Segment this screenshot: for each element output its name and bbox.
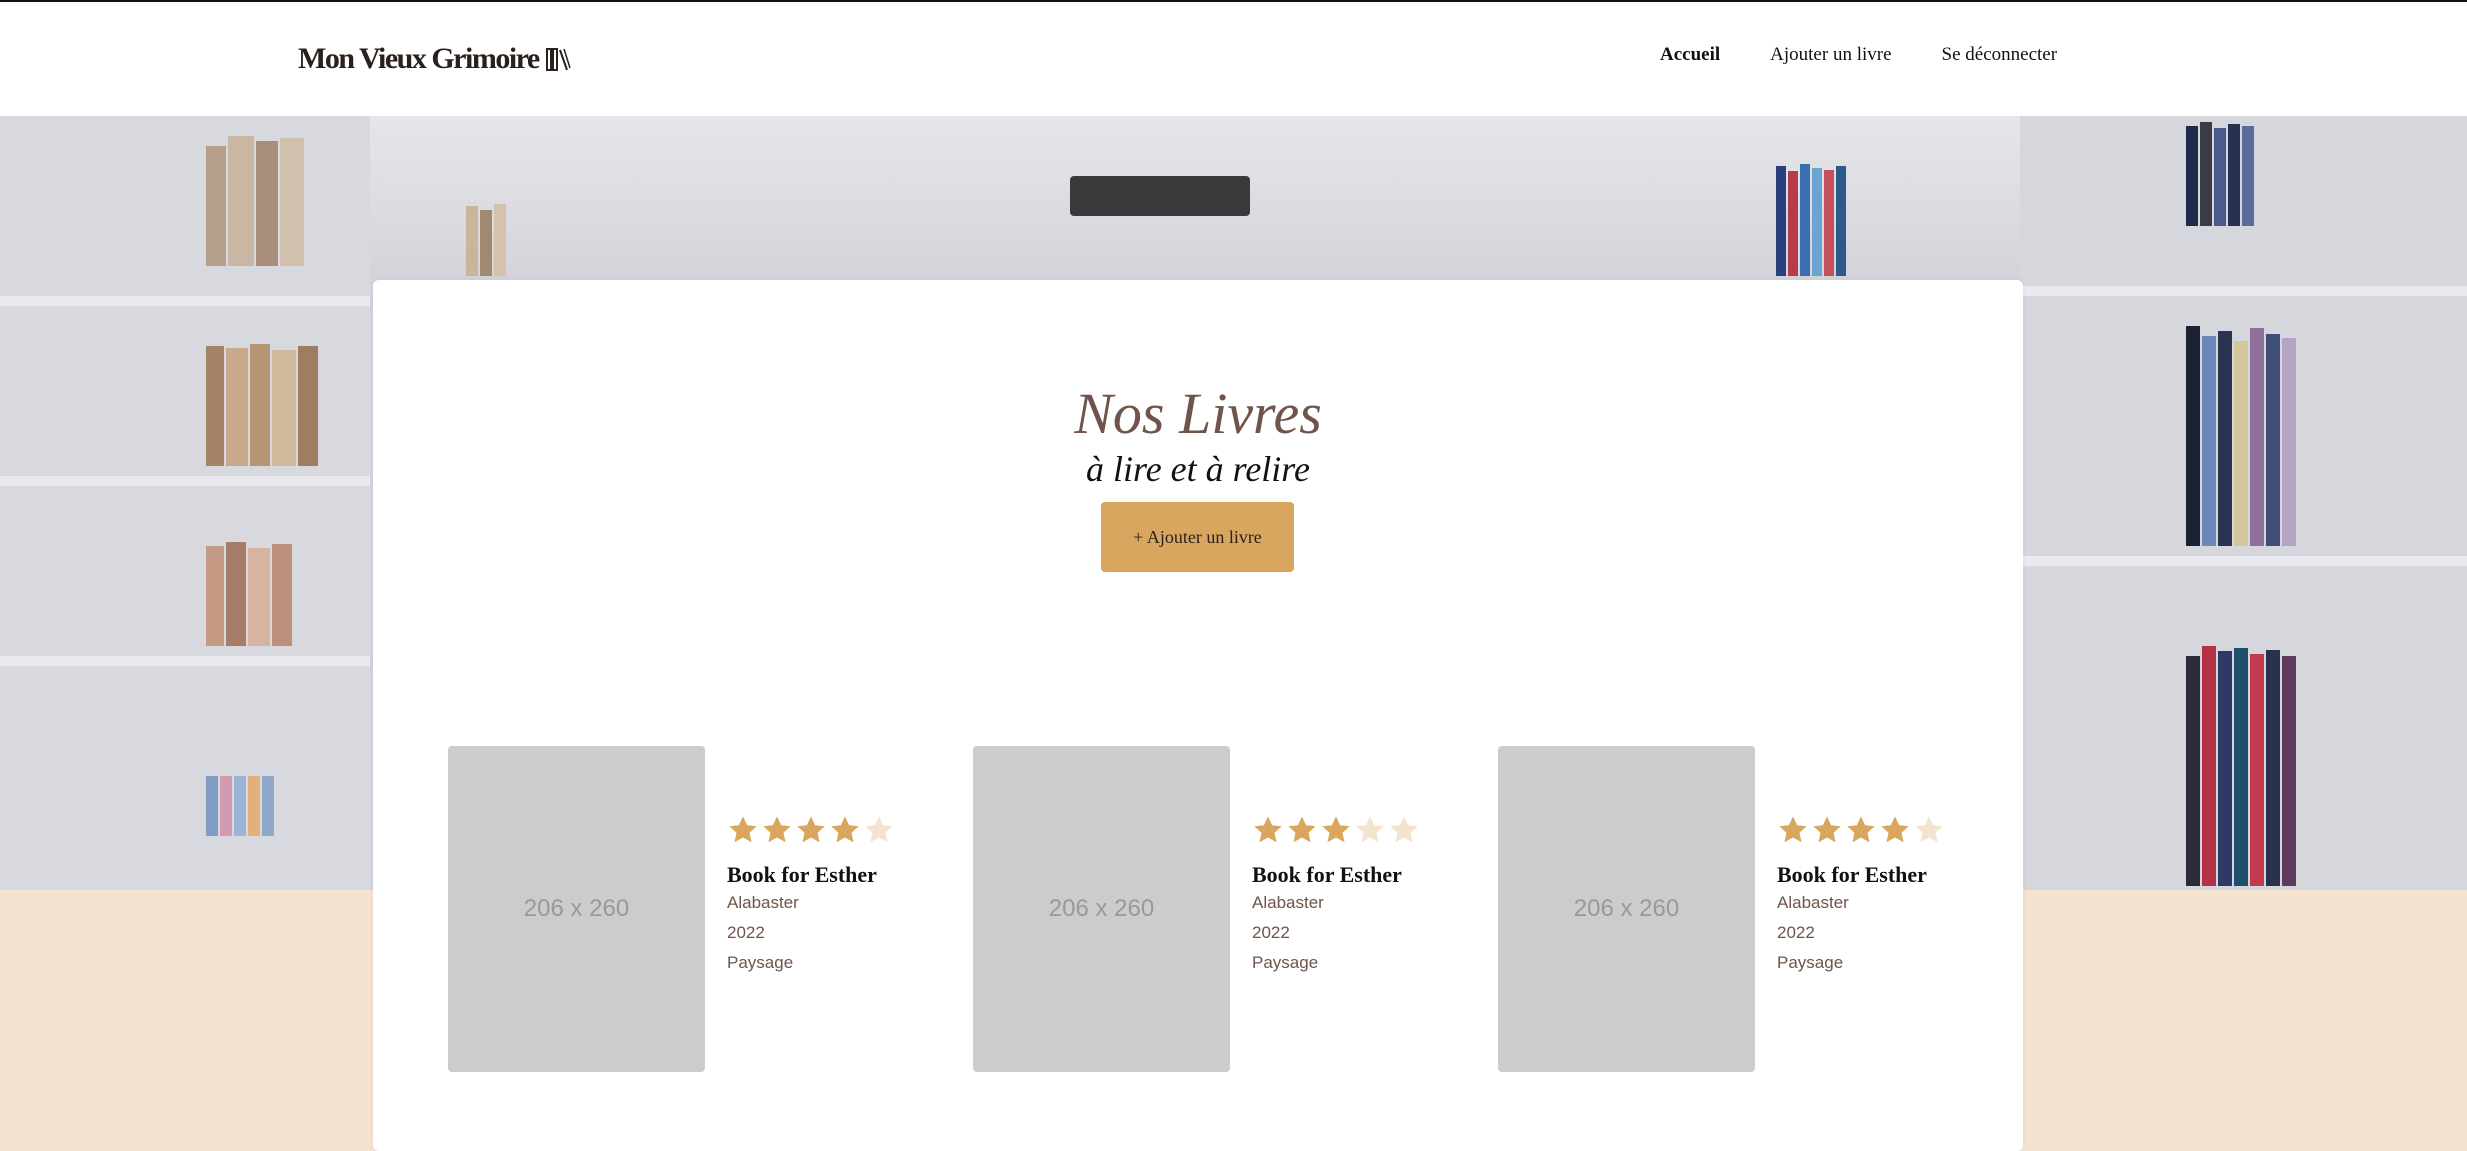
star-icon: [1390, 816, 1418, 843]
star-icon: [1847, 816, 1875, 843]
star-icon: [865, 816, 893, 843]
book-cover[interactable]: 206 x 260: [448, 746, 705, 1072]
book-title[interactable]: Book for Esther: [1252, 862, 1420, 888]
page-subtitle: à lire et à relire: [1086, 449, 1310, 489]
star-icon: [729, 816, 757, 843]
shelf-right: [2020, 116, 2467, 890]
page-title: Nos Livres: [1074, 381, 1322, 446]
books-icon: [545, 48, 571, 71]
star-icon: [831, 816, 859, 843]
star-icon: [1254, 816, 1282, 843]
book-info: Book for Esther Alabaster 2022 Paysage: [1252, 814, 1420, 978]
star-icon: [1881, 816, 1909, 843]
book-genre: Paysage: [1777, 953, 1844, 972]
main-nav: Accueil Ajouter un livre Se déconnecter: [1660, 44, 2107, 66]
book-year: 2022: [1777, 923, 1815, 942]
logo[interactable]: Mon Vieux Grimoire: [298, 42, 571, 76]
star-icon: [1322, 816, 1350, 843]
book-cover[interactable]: 206 x 260: [1498, 746, 1755, 1072]
book-year: 2022: [727, 923, 765, 942]
book-info: Book for Esther Alabaster 2022 Paysage: [727, 814, 895, 978]
book-title[interactable]: Book for Esther: [727, 862, 895, 888]
star-icon: [763, 816, 791, 843]
shelf-center: [370, 116, 2020, 280]
site-header: Mon Vieux Grimoire Accueil Ajouter un li…: [0, 2, 2467, 116]
star-icon: [1915, 816, 1943, 843]
star-icon: [1813, 816, 1841, 843]
book-card[interactable]: 206 x 260 Book for Esther Alabaster 2022…: [973, 746, 1443, 1072]
nav-ajouter-livre[interactable]: Ajouter un livre: [1770, 44, 1891, 66]
book-genre: Paysage: [727, 953, 794, 972]
book-card[interactable]: 206 x 260 Book for Esther Alabaster 2022…: [1498, 746, 1968, 1072]
book-genre: Paysage: [1252, 953, 1319, 972]
logo-text: Mon Vieux Grimoire: [298, 42, 540, 75]
add-book-button[interactable]: + Ajouter un livre: [1101, 502, 1294, 572]
star-icon: [797, 816, 825, 843]
book-title[interactable]: Book for Esther: [1777, 862, 1945, 888]
book-author: Alabaster: [1252, 893, 1324, 912]
star-icon: [1779, 816, 1807, 843]
book-cover[interactable]: 206 x 260: [973, 746, 1230, 1072]
rating-stars: [1252, 814, 1420, 848]
shelf-left: [0, 116, 370, 890]
book-card[interactable]: 206 x 260 Book for Esther Alabaster 2022…: [448, 746, 918, 1072]
nav-accueil[interactable]: Accueil: [1660, 44, 1720, 66]
book-author: Alabaster: [727, 893, 799, 912]
rating-stars: [727, 814, 895, 848]
books-card: Nos Livres à lire et à relire + Ajouter …: [373, 280, 2023, 1151]
rating-stars: [1777, 814, 1945, 848]
book-info: Book for Esther Alabaster 2022 Paysage: [1777, 814, 1945, 978]
star-icon: [1288, 816, 1316, 843]
book-author: Alabaster: [1777, 893, 1849, 912]
star-icon: [1356, 816, 1384, 843]
book-year: 2022: [1252, 923, 1290, 942]
nav-deconnecter[interactable]: Se déconnecter: [1942, 44, 2058, 66]
